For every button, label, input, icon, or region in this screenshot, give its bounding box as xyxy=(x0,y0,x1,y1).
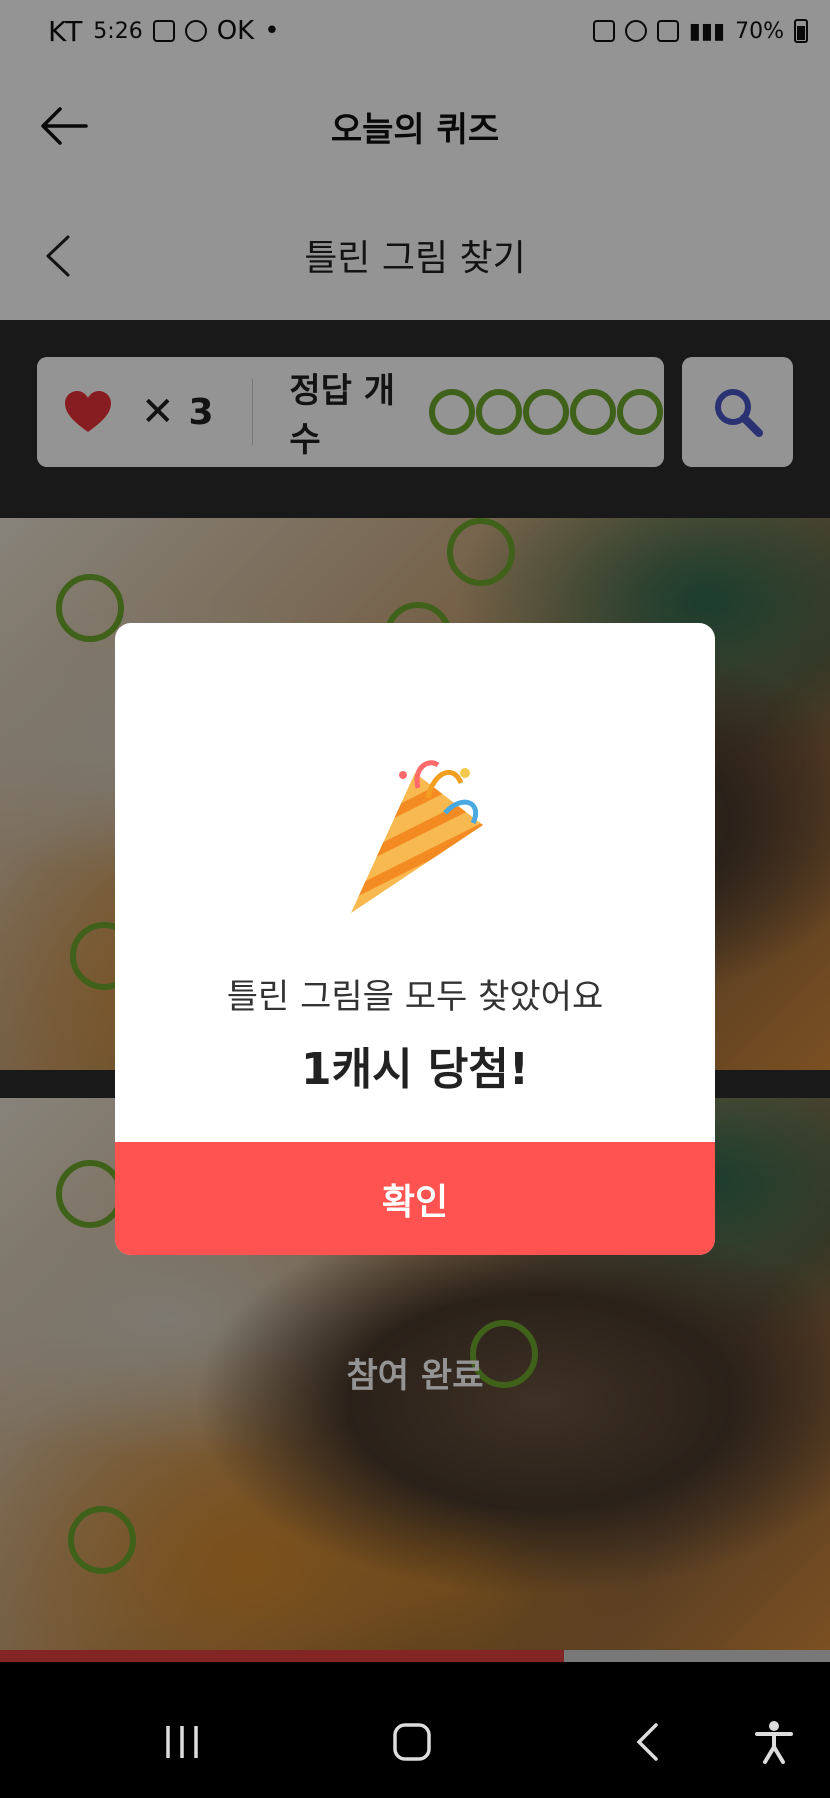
recent-apps-icon xyxy=(166,1726,198,1758)
confirm-button[interactable]: 확인 xyxy=(115,1142,715,1255)
recent-apps-button[interactable] xyxy=(160,1720,204,1764)
back-icon xyxy=(636,1723,658,1761)
accessibility-button[interactable] xyxy=(752,1720,796,1764)
modal-message: 틀린 그림을 모두 찾았어요 xyxy=(226,977,604,1017)
confetti-icon xyxy=(351,760,483,913)
home-icon xyxy=(393,1723,431,1761)
back-button[interactable] xyxy=(628,1720,668,1764)
accessibility-icon xyxy=(755,1721,793,1764)
home-button[interactable] xyxy=(390,1720,434,1764)
system-nav-bar xyxy=(0,1686,830,1798)
result-modal: 틀린 그림을 모두 찾았어요 1캐시 당첨! 확인 xyxy=(115,623,715,1255)
modal-prize: 1캐시 당첨! xyxy=(301,1044,529,1095)
